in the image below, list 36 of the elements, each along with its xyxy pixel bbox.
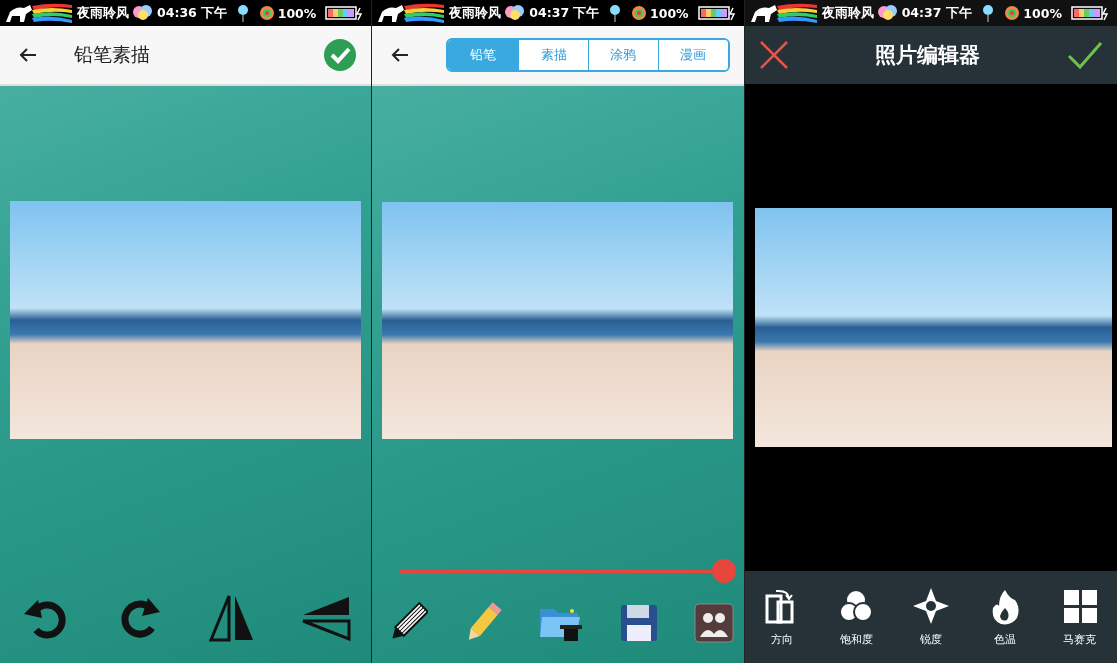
target-icon	[1004, 5, 1021, 21]
clock-time: 04:37 下午	[529, 4, 600, 22]
battery-icon	[697, 5, 738, 21]
carrier-name: 夜雨聆风	[77, 4, 129, 22]
grid-icon	[1061, 587, 1098, 626]
tool-button[interactable]: 马赛克	[1059, 583, 1100, 651]
clock-time: 04:37 下午	[901, 4, 972, 22]
battery-percent: 100%	[277, 5, 317, 21]
tool-button[interactable]: 锐度	[910, 583, 951, 651]
carrier-name: 夜雨聆风	[821, 4, 874, 22]
target-icon	[258, 5, 275, 21]
balloon-icon	[236, 4, 249, 22]
star-diamond-icon	[912, 587, 949, 626]
flip-horizontal-icon[interactable]	[208, 594, 255, 642]
clock-time: 04:36 下午	[157, 4, 228, 22]
rotate-right-icon[interactable]	[118, 596, 163, 640]
balloons-icon	[504, 4, 527, 22]
battery-percent: 100%	[650, 5, 689, 21]
confirm-check-icon[interactable]	[1067, 40, 1103, 70]
flip-vertical-icon[interactable]	[301, 595, 352, 641]
target-icon	[631, 5, 648, 21]
balloons-icon	[876, 4, 899, 22]
confirm-check-icon[interactable]	[323, 38, 358, 72]
tool-button[interactable]: 方向	[761, 583, 802, 651]
screen-title: 照片编辑器	[875, 42, 981, 69]
close-icon[interactable]	[758, 40, 789, 70]
tool-button[interactable]: 色温	[985, 583, 1026, 651]
battery-percent: 100%	[1023, 5, 1062, 21]
balloon-icon	[982, 4, 995, 22]
balloon-icon	[609, 4, 622, 22]
people-icon[interactable]	[693, 603, 734, 643]
tool-button[interactable]: 饱和度	[836, 583, 877, 651]
battery-icon	[1071, 5, 1111, 21]
balloons-icon	[132, 4, 154, 22]
screen-title: 铅笔素描	[74, 42, 150, 67]
carrier-name: 夜雨聆风	[449, 4, 502, 22]
